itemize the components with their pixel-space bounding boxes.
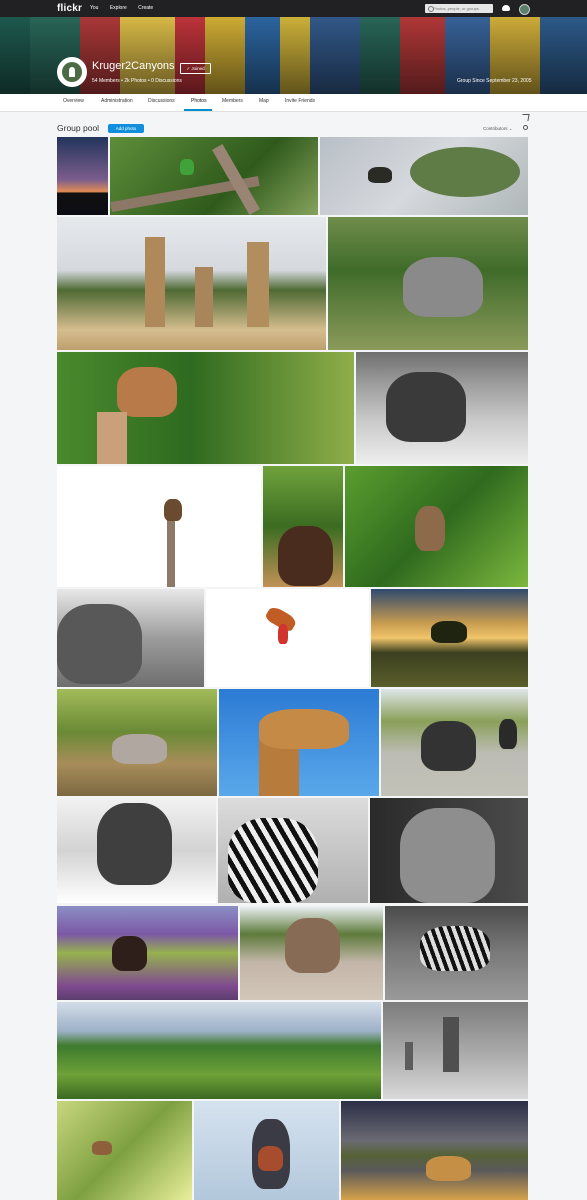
photo-tile[interactable] [383,1002,528,1099]
joined-button[interactable]: ✓ Joined [180,63,211,74]
group-stats: 54 Members • 2k Photos • 0 Discussions [92,78,182,84]
group-pool-title: Group pool [57,123,100,133]
photo-tile[interactable] [57,1101,192,1200]
nav-create[interactable]: Create [138,5,153,11]
tab-invite-friends[interactable]: Invite Friends [285,98,315,104]
photo-tile[interactable] [218,798,368,903]
tab-overview[interactable]: Overview [63,98,84,104]
photo-tile[interactable] [194,1101,339,1200]
tab-administration[interactable]: Administration [101,98,133,104]
user-avatar[interactable] [519,4,530,15]
top-nav: You Explore Create [90,5,163,11]
photo-tile[interactable] [219,689,379,796]
photo-tile[interactable] [57,352,354,464]
photo-tile[interactable] [57,137,108,215]
nav-explore[interactable]: Explore [110,5,127,11]
photo-tile[interactable] [345,466,528,587]
top-navigation-bar: flickr You Explore Create Photos, people… [0,0,587,17]
photo-tile[interactable] [240,906,383,1000]
active-tab-indicator [184,109,212,111]
photo-tile[interactable] [57,689,217,796]
group-name: Kruger2Canyons [92,60,175,72]
photo-tile[interactable] [57,466,261,587]
group-tabs: Overview Administration Discussions Phot… [0,94,587,112]
photo-tile[interactable] [320,137,528,215]
photo-tile[interactable] [57,1002,381,1099]
tab-discussions[interactable]: Discussions [148,98,175,104]
share-icon[interactable] [521,114,530,121]
tab-members[interactable]: Members [222,98,243,104]
tab-photos[interactable]: Photos [191,98,207,104]
photo-tile[interactable] [263,466,343,587]
photo-tile[interactable] [110,137,318,215]
photo-tile[interactable] [385,906,528,1000]
photo-tile[interactable] [371,589,528,687]
sort-dropdown[interactable]: Contributors ⌄ [483,126,513,132]
photo-tile[interactable] [328,217,528,350]
photo-tile[interactable] [341,1101,528,1200]
group-since: Group Since September 23, 2005 [457,78,532,84]
group-avatar [57,57,87,87]
upload-icon[interactable] [502,5,510,11]
pool-search-icon[interactable] [523,125,528,130]
photo-tile[interactable] [356,352,528,464]
nav-you[interactable]: You [90,5,98,11]
photo-tile[interactable] [381,689,528,796]
search-input[interactable]: Photos, people, or groups [425,4,493,13]
search-icon [428,6,434,12]
photo-tile[interactable] [57,589,204,687]
photo-tile[interactable] [206,589,369,687]
photo-tile[interactable] [57,217,326,350]
photo-tile[interactable] [57,906,238,1000]
add-photo-button[interactable]: Add photo [108,124,144,133]
tab-map[interactable]: Map [259,98,269,104]
flickr-logo[interactable]: flickr [57,3,82,14]
photo-tile[interactable] [370,798,528,903]
photo-tile[interactable] [57,798,216,903]
